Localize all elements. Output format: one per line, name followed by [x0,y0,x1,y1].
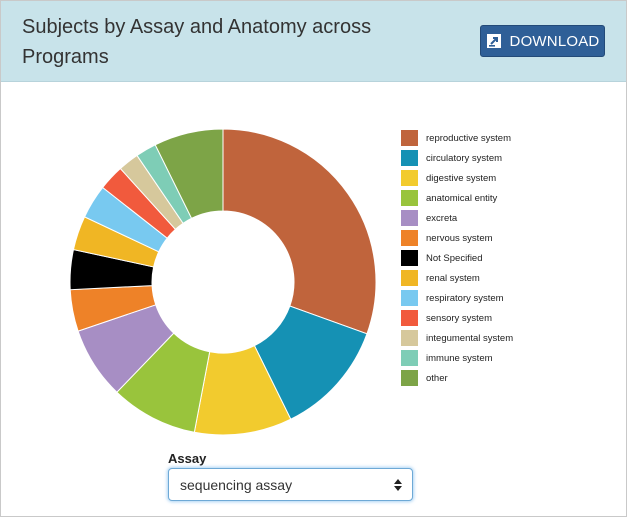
legend-label: Not Specified [426,252,483,264]
download-button[interactable]: DOWNLOAD [480,25,605,57]
assay-select[interactable]: sequencing assay [168,468,413,501]
legend-item[interactable]: digestive system [401,168,513,188]
legend-item[interactable]: Not Specified [401,248,513,268]
legend-swatch [401,130,418,146]
legend-label: anatomical entity [426,192,498,204]
chart-legend: reproductive system circulatory system dig… [401,128,513,388]
legend-item[interactable]: nervous system [401,228,513,248]
legend-label: other [426,372,448,384]
select-arrows-icon [394,478,402,492]
legend-swatch [401,210,418,226]
legend-label: reproductive system [426,132,512,144]
legend-swatch [401,370,418,386]
legend-item[interactable]: other [401,368,513,388]
donut-chart [69,128,377,436]
donut-slice-reproductive-system[interactable] [222,128,377,335]
legend-item[interactable]: integumental system [401,328,513,348]
legend-item[interactable]: reproductive system [401,128,513,148]
legend-label: excreta [426,212,458,224]
download-icon [486,33,502,49]
legend-label: nervous system [426,232,493,244]
legend-item[interactable]: sensory system [401,308,513,328]
legend-label: respiratory system [426,292,504,304]
legend-label: sensory system [426,312,492,324]
legend-label: renal system [426,272,480,284]
legend-label: immune system [426,352,493,364]
legend-label: digestive system [426,172,497,184]
legend-item[interactable]: respiratory system [401,288,513,308]
legend-swatch [401,350,418,366]
legend-swatch [401,290,418,306]
legend-item[interactable]: immune system [401,348,513,368]
legend-label: circulatory system [426,152,503,164]
legend-swatch [401,230,418,246]
legend-swatch [401,170,418,186]
assay-select-value: sequencing assay [180,476,293,493]
download-label: DOWNLOAD [509,32,600,50]
panel-header: Subjects by Assay and Anatomy across Pro… [1,1,626,82]
page-title: Subjects by Assay and Anatomy across Pro… [22,16,372,68]
legend-swatch [401,250,418,266]
legend-item[interactable]: renal system [401,268,513,288]
legend-item[interactable]: circulatory system [401,148,513,168]
legend-swatch [401,310,418,326]
assay-label: Assay [168,451,207,466]
legend-item[interactable]: anatomical entity [401,188,513,208]
legend-item[interactable]: excreta [401,208,513,228]
legend-swatch [401,330,418,346]
legend-swatch [401,150,418,166]
legend-label: integumental system [426,332,514,344]
legend-swatch [401,190,418,206]
legend-swatch [401,270,418,286]
